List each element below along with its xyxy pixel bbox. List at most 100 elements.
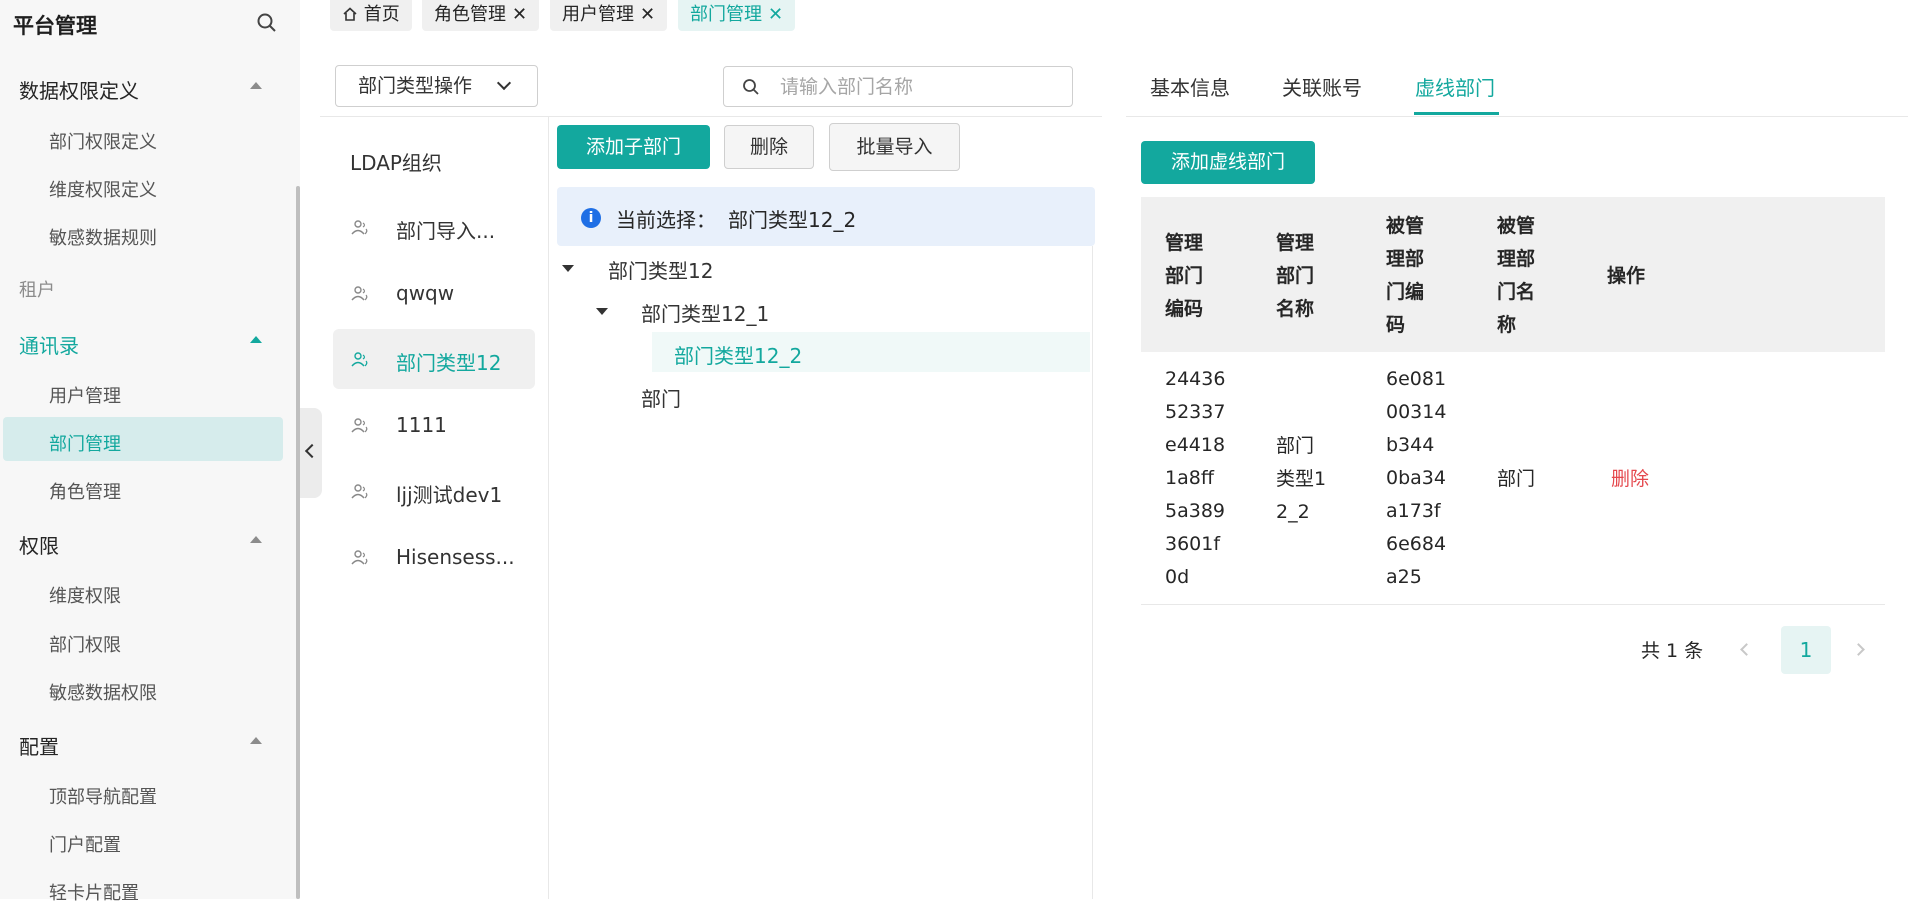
- org-item-label: 部门类型12: [396, 351, 502, 375]
- chevron-right-icon[interactable]: [1852, 643, 1865, 656]
- caret-down-icon[interactable]: [562, 265, 574, 272]
- tab-dept-mgmt[interactable]: 部门管理 ✕: [678, 0, 796, 31]
- tab-user-mgmt[interactable]: 用户管理 ✕: [550, 0, 668, 31]
- column-header: 管理 部门 编码: [1165, 232, 1204, 320]
- close-icon[interactable]: ✕: [640, 4, 655, 25]
- active-tab-indicator: [1414, 112, 1499, 115]
- caret-up-icon[interactable]: [250, 82, 262, 89]
- chevron-left-icon: [304, 443, 320, 459]
- org-item-label: qwqw: [396, 281, 455, 305]
- org-item[interactable]: Hisensess...: [333, 527, 535, 587]
- org-item-active[interactable]: 部门类型12: [333, 329, 535, 389]
- sidebar-item-dim-permission-def[interactable]: 维度权限定义: [49, 176, 157, 202]
- sidebar-item-role-mgmt[interactable]: 角色管理: [49, 478, 121, 504]
- sidebar-item-dim-permission[interactable]: 维度权限: [49, 582, 121, 608]
- tab-dotted-line-dept[interactable]: 虚线部门: [1415, 72, 1495, 101]
- chevron-down-icon: [496, 75, 512, 91]
- tab-basic-info[interactable]: 基本信息: [1150, 72, 1230, 101]
- caret-up-icon[interactable]: [250, 737, 262, 744]
- sidebar-group-tenant[interactable]: 租户: [19, 276, 55, 302]
- divider: [1092, 246, 1093, 899]
- tree-node[interactable]: 部门类型12_1: [641, 298, 769, 327]
- org-item-label: Hisensess...: [396, 545, 515, 569]
- user-group-icon: [351, 286, 368, 301]
- column-header: 操作: [1607, 265, 1646, 287]
- search-icon[interactable]: [256, 12, 278, 34]
- delete-button[interactable]: 删除: [724, 125, 814, 169]
- column-header: 被管 理部 门编 码: [1386, 215, 1425, 336]
- close-icon[interactable]: ✕: [768, 4, 783, 25]
- sidebar-item-top-nav-config[interactable]: 顶部导航配置: [49, 783, 157, 809]
- tab-role-mgmt-label: 角色管理: [434, 4, 506, 25]
- tab-user-mgmt-label: 用户管理: [562, 4, 634, 25]
- tab-home[interactable]: 首页: [330, 0, 412, 31]
- add-child-dept-button[interactable]: 添加子部门: [557, 125, 710, 169]
- dept-type-dropdown-label: 部门类型操作: [358, 75, 473, 97]
- search-icon: [743, 79, 759, 95]
- column-header: 被管 理部 门名 称: [1497, 215, 1536, 336]
- sidebar-item-user-mgmt[interactable]: 用户管理: [49, 382, 121, 408]
- home-icon: [343, 7, 357, 21]
- sidebar-item-portal-config[interactable]: 门户配置: [49, 831, 121, 857]
- caret-up-icon[interactable]: [250, 536, 262, 543]
- sidebar-group-permission[interactable]: 权限: [19, 530, 59, 559]
- sidebar-item-card-config[interactable]: 轻卡片配置: [49, 879, 139, 905]
- tree-node-selected[interactable]: 部门类型12_2: [674, 340, 802, 369]
- sidebar-collapse-button[interactable]: [300, 408, 322, 498]
- divider: [320, 116, 1102, 117]
- org-item[interactable]: 1111: [333, 395, 535, 455]
- user-group-icon: [351, 220, 368, 235]
- chevron-left-icon[interactable]: [1740, 643, 1753, 656]
- table-cell: 部门 类型1 2_2: [1276, 435, 1327, 523]
- org-item[interactable]: qwqw: [333, 263, 535, 323]
- tab-home-label: 首页: [363, 4, 400, 25]
- sidebar-group-contacts[interactable]: 通讯录: [19, 330, 79, 359]
- sidebar-item-sensitive-rules[interactable]: 敏感数据规则: [49, 224, 157, 250]
- close-icon[interactable]: ✕: [512, 4, 527, 25]
- sidebar: 平台管理 数据权限定义 部门权限定义 维度权限定义 敏感数据规则 租户 通讯录 …: [0, 0, 300, 904]
- user-group-icon: [351, 484, 368, 499]
- table-cell: 6e081 00314 b344 0ba34 a173f 6e684 a25: [1386, 368, 1447, 588]
- divider: [1126, 116, 1908, 117]
- caret-down-icon[interactable]: [596, 308, 608, 315]
- add-dotted-line-dept-button[interactable]: 添加虚线部门: [1141, 141, 1315, 184]
- tab-dept-mgmt-label: 部门管理: [690, 4, 762, 25]
- user-group-icon: [351, 352, 368, 367]
- tree-node[interactable]: 部门: [641, 383, 681, 412]
- column-header: 管理 部门 名称: [1276, 232, 1315, 320]
- org-item-label: 部门导入...: [396, 219, 496, 243]
- current-selection-alert: i 当前选择： 部门类型12_2: [557, 187, 1095, 246]
- table-cell: 部门: [1497, 468, 1536, 490]
- pagination-current-page[interactable]: 1: [1781, 626, 1831, 674]
- sidebar-group-config[interactable]: 配置: [19, 731, 59, 760]
- org-root[interactable]: LDAP组织: [350, 147, 442, 176]
- sidebar-item-dept-permission-def[interactable]: 部门权限定义: [49, 128, 157, 154]
- info-icon: i: [581, 208, 601, 228]
- batch-import-button[interactable]: 批量导入: [829, 123, 960, 171]
- delete-link[interactable]: 删除: [1611, 463, 1649, 496]
- org-item[interactable]: 部门导入...: [333, 197, 535, 257]
- tree-node[interactable]: 部门类型12: [608, 255, 713, 284]
- user-group-icon: [351, 550, 368, 565]
- dept-type-dropdown[interactable]: 部门类型操作: [335, 65, 538, 107]
- tab-role-mgmt[interactable]: 角色管理 ✕: [422, 0, 540, 31]
- sidebar-item-dept-mgmt[interactable]: 部门管理: [49, 430, 121, 456]
- table-cell: 24436 52337 e4418 1a8ff 5a389 3601f 0d: [1165, 368, 1226, 588]
- sidebar-group-data-permission[interactable]: 数据权限定义: [19, 75, 139, 104]
- sidebar-active-highlight: [3, 417, 283, 461]
- org-item[interactable]: ljj测试dev1: [333, 461, 535, 521]
- tab-linked-accounts[interactable]: 关联账号: [1282, 72, 1362, 101]
- current-selection-label: 当前选择：: [616, 208, 716, 232]
- divider: [1141, 604, 1885, 605]
- sidebar-item-dept-permission[interactable]: 部门权限: [49, 631, 121, 657]
- sidebar-title: 平台管理: [13, 14, 97, 38]
- caret-up-icon[interactable]: [250, 336, 262, 343]
- sidebar-item-sensitive-permission[interactable]: 敏感数据权限: [49, 679, 157, 705]
- org-item-label: 1111: [396, 413, 447, 437]
- user-group-icon: [351, 418, 368, 433]
- sidebar-scrollbar[interactable]: [296, 186, 300, 899]
- dept-search-input[interactable]: [780, 73, 1060, 101]
- dept-search-box[interactable]: [723, 66, 1073, 107]
- current-selection-value: 部门类型12_2: [728, 208, 857, 232]
- pagination-total: 共 1 条: [1641, 640, 1704, 662]
